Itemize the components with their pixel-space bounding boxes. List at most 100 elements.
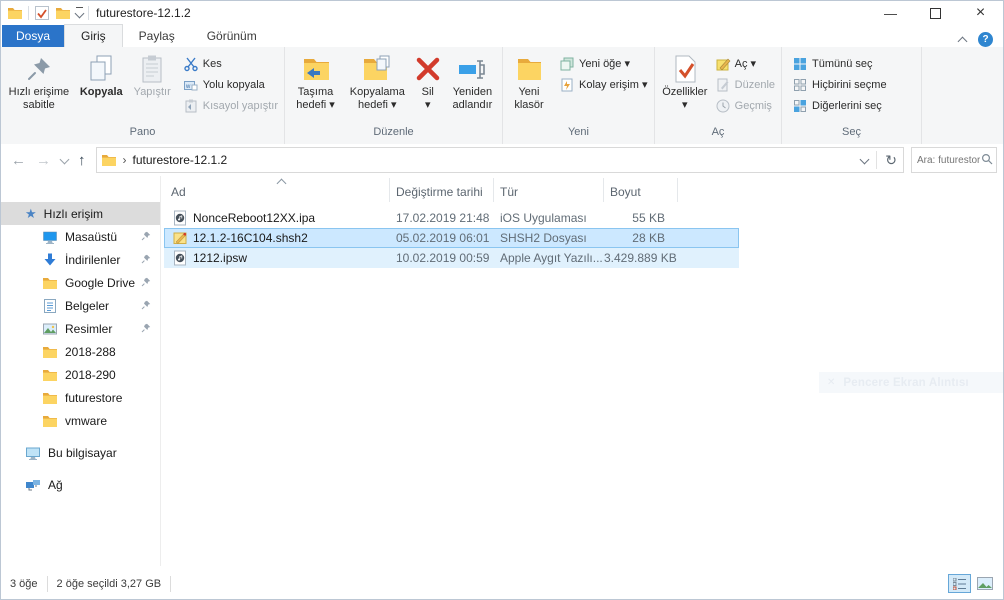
file-type: Apple Aygıt Yazılı... <box>494 251 604 265</box>
sidebar-item-2018-288[interactable]: 2018-288 <box>1 340 160 363</box>
file-name: 1212.ipsw <box>193 251 247 265</box>
new-folder-button[interactable]: Yeni klasör <box>505 50 553 126</box>
delete-button[interactable]: Sil ▾ <box>411 50 445 126</box>
file-name: NonceReboot12XX.ipa <box>193 211 315 225</box>
sidebar-item-this-pc[interactable]: Bu bilgisayar <box>1 441 160 464</box>
details-view-icon <box>953 578 967 590</box>
divider <box>170 576 171 592</box>
ribbon-group-select: Tümünü seç Hiçbirini seçme Diğerlerini s… <box>782 47 922 144</box>
column-headers: Ad Değiştirme tarihi Tür Boyut <box>164 178 678 202</box>
tab-view[interactable]: Görünüm <box>191 25 273 47</box>
up-button[interactable]: ↑ <box>78 152 86 169</box>
folder-icon <box>101 152 117 168</box>
large-icons-view-button[interactable] <box>973 574 996 593</box>
properties-button[interactable]: Özellikler ▾ <box>657 50 713 126</box>
sidebar-item-google-drive[interactable]: Google Drive <box>1 271 160 294</box>
sidebar-item-desktop[interactable]: Masaüstü <box>1 225 160 248</box>
maximize-button[interactable] <box>913 1 958 25</box>
details-view-button[interactable] <box>948 574 971 593</box>
new-item-button[interactable]: Yeni öğe ▾ <box>559 53 647 74</box>
rename-button[interactable]: Yeniden adlandır <box>445 50 500 126</box>
pin-icon <box>141 231 151 241</box>
edit-button[interactable]: Düzenle <box>715 74 775 95</box>
folder-icon <box>7 5 23 21</box>
snip-overlay-remnant: ✕ Pencere Ekran Alıntısı <box>819 372 1004 393</box>
titlebar: futurestore-12.1.2 — × <box>1 1 1003 25</box>
pin-icon <box>141 323 151 333</box>
file-explorer-window: futurestore-12.1.2 — × Dosya Giriş Payla… <box>0 0 1004 600</box>
tab-file[interactable]: Dosya <box>2 25 64 47</box>
computer-icon <box>25 445 41 461</box>
file-size: 3.429.889 KB <box>604 251 678 265</box>
clipboard-icon <box>136 53 168 85</box>
paste-shortcut-icon <box>183 98 199 114</box>
cut-button[interactable]: Kes <box>183 53 278 74</box>
tab-home[interactable]: Giriş <box>64 24 123 47</box>
group-label-clipboard: Pano <box>1 126 284 144</box>
pin-icon <box>141 300 151 310</box>
forward-button[interactable]: → <box>36 152 51 169</box>
file-row[interactable]: NonceReboot12XX.ipa 17.02.2019 21:48 iOS… <box>164 208 739 228</box>
sidebar-item-pictures[interactable]: Resimler <box>1 317 160 340</box>
search-box[interactable] <box>911 147 997 173</box>
file-row-selected[interactable]: 12.1.2-16C104.shsh2 05.02.2019 06:01 SHS… <box>164 228 739 248</box>
folder-icon <box>42 413 58 429</box>
customize-toolbar-icon[interactable] <box>76 7 83 19</box>
file-row-selected[interactable]: 1212.ipsw 10.02.2019 00:59 Apple Aygıt Y… <box>164 248 739 268</box>
quick-access-star-icon: ★ <box>25 206 37 222</box>
breadcrumb[interactable]: futurestore-12.1.2 <box>133 153 228 167</box>
open-button[interactable]: Aç ▾ <box>715 53 775 74</box>
sidebar-item-2018-290[interactable]: 2018-290 <box>1 363 160 386</box>
tab-share[interactable]: Paylaş <box>123 25 191 47</box>
group-label-select: Seç <box>782 126 921 144</box>
refresh-icon[interactable]: ↻ <box>885 152 897 169</box>
copy-to-folder-icon <box>361 53 393 85</box>
folder-icon <box>42 367 58 383</box>
invert-selection-button[interactable]: Diğerlerini seç <box>792 95 887 116</box>
help-icon[interactable]: ? <box>978 32 993 47</box>
file-name: 12.1.2-16C104.shsh2 <box>193 231 308 245</box>
copy-to-button[interactable]: Kopyalama hedefi ▾ <box>344 50 411 126</box>
sidebar-item-network[interactable]: Ağ <box>1 473 160 496</box>
ribbon-tab-row: Dosya Giriş Paylaş Görünüm ? <box>1 25 1003 47</box>
pin-to-quick-access-button[interactable]: Hızlı erişime sabitle <box>3 50 75 126</box>
address-dropdown-icon[interactable] <box>860 154 870 164</box>
recent-locations-icon[interactable] <box>60 154 70 164</box>
address-bar[interactable]: › futurestore-12.1.2 ↻ <box>96 147 905 173</box>
sidebar-item-futurestore[interactable]: futurestore <box>1 386 160 409</box>
file-date: 05.02.2019 06:01 <box>390 231 494 245</box>
file-list: Ad Değiştirme tarihi Tür Boyut NonceRebo… <box>161 176 1003 566</box>
edit-icon <box>715 77 731 93</box>
select-none-button[interactable]: Hiçbirini seçme <box>792 74 887 95</box>
back-button[interactable]: ← <box>11 152 26 169</box>
column-header-date[interactable]: Değiştirme tarihi <box>390 178 494 202</box>
select-all-button[interactable]: Tümünü seç <box>792 53 887 74</box>
search-icon[interactable] <box>981 153 993 165</box>
history-button[interactable]: Geçmiş <box>715 95 775 116</box>
sidebar-item-downloads[interactable]: İndirilenler <box>1 248 160 271</box>
downloads-icon <box>42 252 58 268</box>
column-header-type[interactable]: Tür <box>494 178 604 202</box>
column-header-size[interactable]: Boyut <box>604 178 678 202</box>
folder-icon[interactable] <box>55 5 71 21</box>
minimize-ribbon-icon[interactable] <box>958 36 968 46</box>
move-to-button[interactable]: Taşıma hedefi ▾ <box>287 50 344 126</box>
copy-path-button[interactable]: w Yolu kopyala <box>183 74 278 95</box>
copy-button[interactable]: Kopyala <box>75 50 128 126</box>
navigation-bar: ← → ↑ › futurestore-12.1.2 ↻ <box>1 144 1003 176</box>
close-button[interactable]: × <box>958 1 1003 25</box>
new-folder-icon <box>513 53 545 85</box>
paste-shortcut-button[interactable]: Kısayol yapıştır <box>183 95 278 116</box>
new-small-buttons: Yeni öğe ▾ Kolay erişim ▾ <box>553 50 651 126</box>
paste-button[interactable]: Yapıştır <box>128 50 177 126</box>
column-header-name[interactable]: Ad <box>164 178 390 202</box>
sidebar-item-quick-access[interactable]: ★ Hızlı erişim <box>1 202 160 225</box>
easy-access-button[interactable]: Kolay erişim ▾ <box>559 74 647 95</box>
clipboard-small-buttons: Kes w Yolu kopyala Kısayol yapıştır <box>177 50 282 126</box>
sidebar-item-documents[interactable]: Belgeler <box>1 294 160 317</box>
properties-check-icon[interactable] <box>34 5 50 21</box>
sidebar-item-vmware[interactable]: vmware <box>1 409 160 432</box>
group-label-open: Aç <box>655 126 781 144</box>
minimize-button[interactable]: — <box>868 1 913 25</box>
window-controls: — × <box>868 1 1003 25</box>
